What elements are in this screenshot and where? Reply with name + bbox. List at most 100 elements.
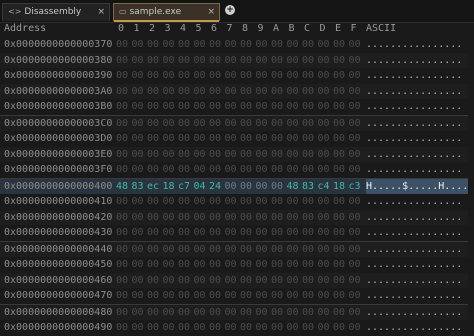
row-ascii[interactable]: ................ [366, 116, 462, 132]
hex-byte[interactable]: 48 [287, 179, 299, 195]
hex-byte[interactable]: 00 [256, 194, 268, 210]
hex-byte[interactable]: 00 [194, 305, 206, 321]
hex-byte[interactable]: 00 [163, 305, 175, 321]
row-ascii[interactable]: ................ [366, 68, 462, 84]
hex-row[interactable]: 0x00000000000003D0 00 00 00 00 00 00 00 00 00 00 00… [0, 131, 474, 147]
hex-byte[interactable]: 00 [302, 147, 314, 163]
hex-byte[interactable]: 00 [194, 84, 206, 100]
hex-byte[interactable]: 00 [225, 131, 237, 147]
hex-byte[interactable]: 00 [302, 288, 314, 304]
hex-byte[interactable]: 00 [333, 194, 345, 210]
hex-byte[interactable]: 00 [163, 131, 175, 147]
row-ascii[interactable]: ................ [366, 147, 462, 163]
hex-byte[interactable]: 00 [194, 257, 206, 273]
hex-byte[interactable]: 00 [178, 210, 190, 226]
hex-byte[interactable]: 00 [163, 53, 175, 69]
hex-byte[interactable]: 00 [178, 162, 190, 178]
hex-byte[interactable]: 00 [132, 131, 144, 147]
hex-byte[interactable]: 00 [116, 84, 128, 100]
hex-byte[interactable]: 00 [178, 53, 190, 69]
hex-byte[interactable]: 00 [240, 84, 252, 100]
hex-byte[interactable]: 00 [302, 305, 314, 321]
hex-byte[interactable]: 00 [349, 116, 361, 132]
hex-byte[interactable]: 00 [163, 162, 175, 178]
hex-byte[interactable]: 83 [302, 179, 314, 195]
hex-byte[interactable]: 00 [287, 147, 299, 163]
add-tab-icon[interactable]: + [225, 5, 235, 15]
hex-row[interactable]: 0x00000000000003C0 00 00 00 00 00 00 00 00 00 00 00… [0, 114, 474, 132]
hex-byte[interactable]: 00 [271, 99, 283, 115]
hex-byte[interactable]: 00 [178, 288, 190, 304]
hex-byte[interactable]: 00 [163, 320, 175, 336]
hex-byte[interactable]: 00 [318, 147, 330, 163]
hex-byte[interactable]: 00 [349, 53, 361, 69]
hex-byte[interactable]: 00 [271, 242, 283, 258]
hex-byte[interactable]: 00 [116, 320, 128, 336]
hex-byte[interactable]: 00 [132, 37, 144, 53]
row-ascii[interactable]: ................ [366, 273, 462, 289]
hex-byte[interactable]: 00 [302, 68, 314, 84]
hex-byte[interactable]: 00 [132, 257, 144, 273]
hex-byte[interactable]: 00 [302, 225, 314, 241]
hex-byte[interactable]: 00 [256, 99, 268, 115]
hex-byte[interactable]: 00 [287, 257, 299, 273]
hex-byte[interactable]: 00 [225, 147, 237, 163]
hex-byte[interactable]: 00 [194, 194, 206, 210]
hex-byte[interactable]: 00 [349, 242, 361, 258]
hex-byte[interactable]: 00 [147, 99, 159, 115]
hex-byte[interactable]: 00 [287, 242, 299, 258]
hex-byte[interactable]: 00 [349, 305, 361, 321]
hex-byte[interactable]: 00 [209, 147, 221, 163]
hex-byte[interactable]: 00 [194, 210, 206, 226]
hex-byte[interactable]: 00 [271, 210, 283, 226]
hex-row[interactable]: 0x0000000000000390 00 00 00 00 00 00 00 00 00 00 00… [0, 68, 474, 84]
hex-byte[interactable]: 00 [116, 273, 128, 289]
hex-byte[interactable]: 00 [318, 288, 330, 304]
hex-byte[interactable]: 00 [256, 131, 268, 147]
hex-byte[interactable]: 00 [349, 257, 361, 273]
row-ascii[interactable]: ................ [366, 162, 462, 178]
tab-sample-exe[interactable]: ▭ sample.exe × [113, 3, 220, 22]
hex-byte[interactable]: 00 [302, 116, 314, 132]
hex-byte[interactable]: 00 [240, 116, 252, 132]
hex-byte[interactable]: 00 [256, 84, 268, 100]
hex-byte[interactable]: 00 [225, 288, 237, 304]
hex-byte[interactable]: 00 [178, 257, 190, 273]
hex-byte[interactable]: 00 [240, 147, 252, 163]
hex-byte[interactable]: 00 [271, 68, 283, 84]
hex-byte[interactable]: 00 [209, 37, 221, 53]
hex-byte[interactable]: 00 [163, 37, 175, 53]
hex-byte[interactable]: 00 [116, 116, 128, 132]
hex-byte[interactable]: 00 [116, 37, 128, 53]
hex-byte[interactable]: 00 [147, 194, 159, 210]
hex-byte[interactable]: 00 [318, 210, 330, 226]
hex-byte[interactable]: 00 [302, 131, 314, 147]
hex-byte[interactable]: 00 [256, 273, 268, 289]
hex-byte[interactable]: 00 [287, 194, 299, 210]
hex-byte[interactable]: 04 [194, 179, 206, 195]
hex-byte[interactable]: 24 [209, 179, 221, 195]
hex-grid[interactable]: 0x0000000000000370 00 00 00 00 00 00 00 00 00 00 00… [0, 37, 474, 336]
hex-byte[interactable]: 00 [256, 305, 268, 321]
hex-byte[interactable]: 00 [178, 242, 190, 258]
hex-byte[interactable]: 00 [349, 99, 361, 115]
hex-byte[interactable]: 00 [240, 179, 252, 195]
hex-byte[interactable]: c4 [318, 179, 330, 195]
hex-byte[interactable]: 00 [209, 320, 221, 336]
hex-byte[interactable]: 00 [116, 53, 128, 69]
hex-byte[interactable]: 00 [271, 273, 283, 289]
hex-byte[interactable]: 00 [349, 131, 361, 147]
hex-byte[interactable]: 00 [256, 162, 268, 178]
hex-byte[interactable]: 00 [318, 84, 330, 100]
hex-byte[interactable]: 00 [132, 320, 144, 336]
hex-byte[interactable]: 00 [318, 131, 330, 147]
hex-byte[interactable]: 00 [209, 257, 221, 273]
hex-byte[interactable]: 00 [333, 53, 345, 69]
row-ascii[interactable]: ................ [366, 131, 462, 147]
row-ascii[interactable]: ................ [366, 84, 462, 100]
hex-byte[interactable]: 00 [333, 242, 345, 258]
hex-byte[interactable]: 00 [132, 147, 144, 163]
hex-byte[interactable]: 00 [256, 210, 268, 226]
hex-byte[interactable]: 00 [333, 99, 345, 115]
hex-byte[interactable]: c7 [178, 179, 190, 195]
